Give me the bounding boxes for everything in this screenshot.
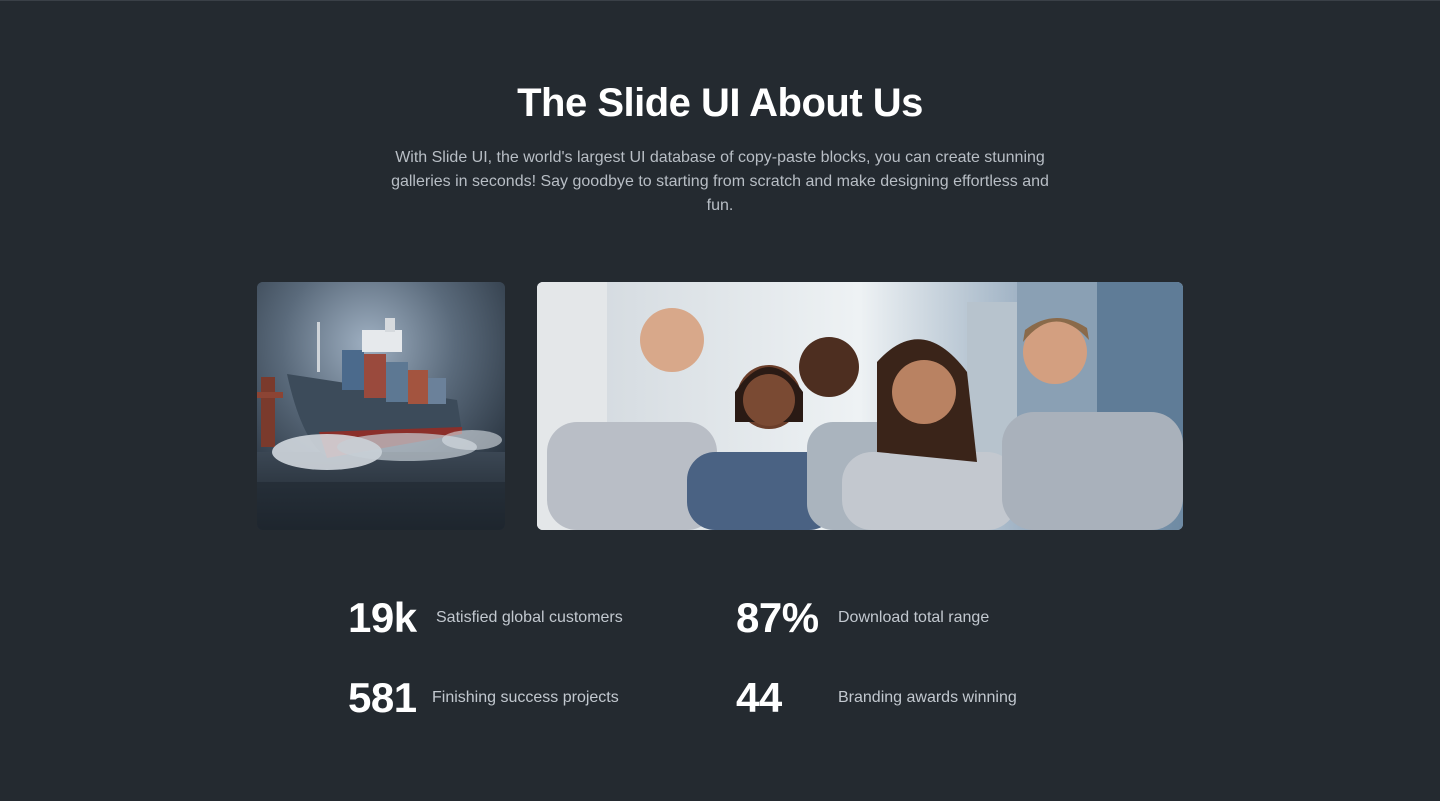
about-section: The Slide UI About Us With Slide UI, the…: [0, 0, 1440, 801]
stat-customers: 19k Satisfied global customers: [348, 593, 668, 643]
stat-value: 87%: [736, 594, 819, 641]
cargo-ship-image: [257, 282, 505, 530]
stat-label: Branding awards winning: [838, 689, 1017, 706]
stat-projects: 581 Finishing success projects: [348, 673, 668, 723]
team-illustration: [537, 282, 1183, 530]
stat-value: 581: [348, 674, 417, 721]
stat-label: Satisfied global customers: [436, 609, 623, 626]
stat-download-range: 87% Download total range: [736, 593, 1056, 643]
cargo-ship-illustration: [257, 282, 505, 530]
stat-value: 44: [736, 674, 782, 721]
section-title: The Slide UI About Us: [517, 81, 923, 125]
team-image: [537, 282, 1183, 530]
section-description: With Slide UI, the world's largest UI da…: [391, 149, 1049, 214]
stat-awards: 44 Branding awards winning: [736, 673, 1056, 723]
stat-label: Finishing success projects: [432, 689, 619, 706]
stat-value: 19k: [348, 594, 417, 641]
stat-label: Download total range: [838, 609, 990, 626]
